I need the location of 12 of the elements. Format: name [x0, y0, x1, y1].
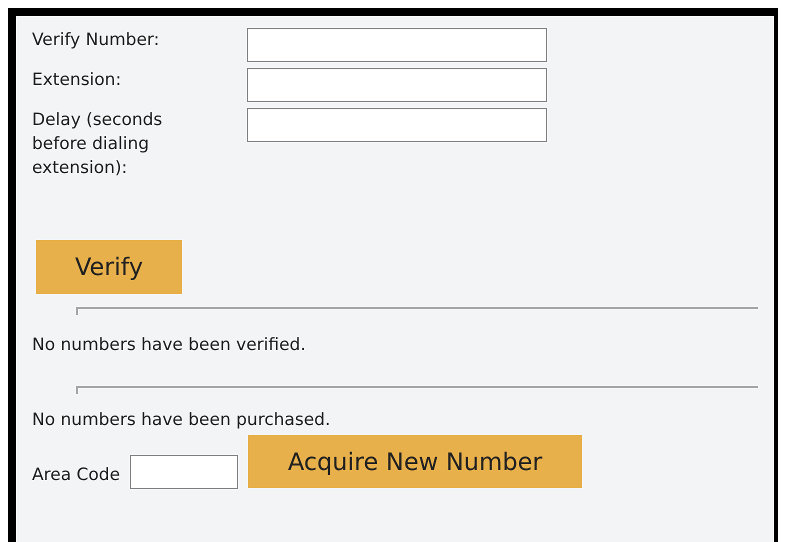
field-label: Delay (seconds before dialing extension): [32, 109, 164, 180]
status-text: No numbers have been purchased. [32, 409, 332, 431]
area-code-field[interactable] [130, 455, 238, 489]
area-code-label: Area Code [32, 464, 120, 486]
verify-button[interactable]: Verify [36, 240, 182, 294]
input-field[interactable] [247, 108, 547, 142]
input-field[interactable] [247, 68, 547, 102]
field-label: Extension: [32, 69, 122, 92]
field-label: Verify Number: [32, 29, 160, 52]
status-text: No numbers have been verified. [32, 334, 307, 356]
acquire-number-button[interactable]: Acquire New Number [248, 435, 582, 488]
input-field[interactable] [247, 28, 547, 62]
